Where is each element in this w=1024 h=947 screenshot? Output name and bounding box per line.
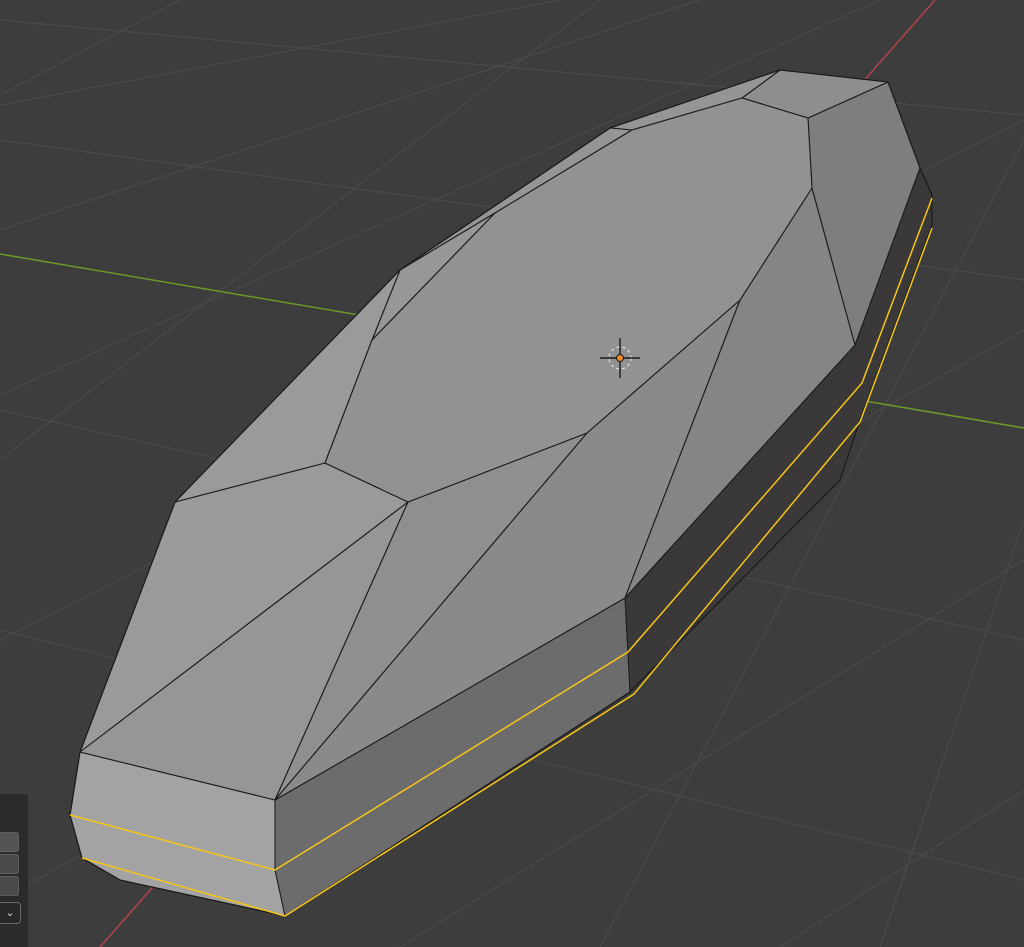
3d-viewport[interactable] bbox=[0, 0, 1024, 947]
mesh-object[interactable] bbox=[69, 69, 933, 917]
panel-field[interactable] bbox=[0, 832, 19, 852]
chevron-down-icon[interactable]: ⌄ bbox=[0, 902, 21, 924]
panel-field[interactable] bbox=[0, 854, 19, 874]
operator-side-panel: ⌄ bbox=[0, 794, 28, 947]
panel-field[interactable] bbox=[0, 876, 19, 896]
